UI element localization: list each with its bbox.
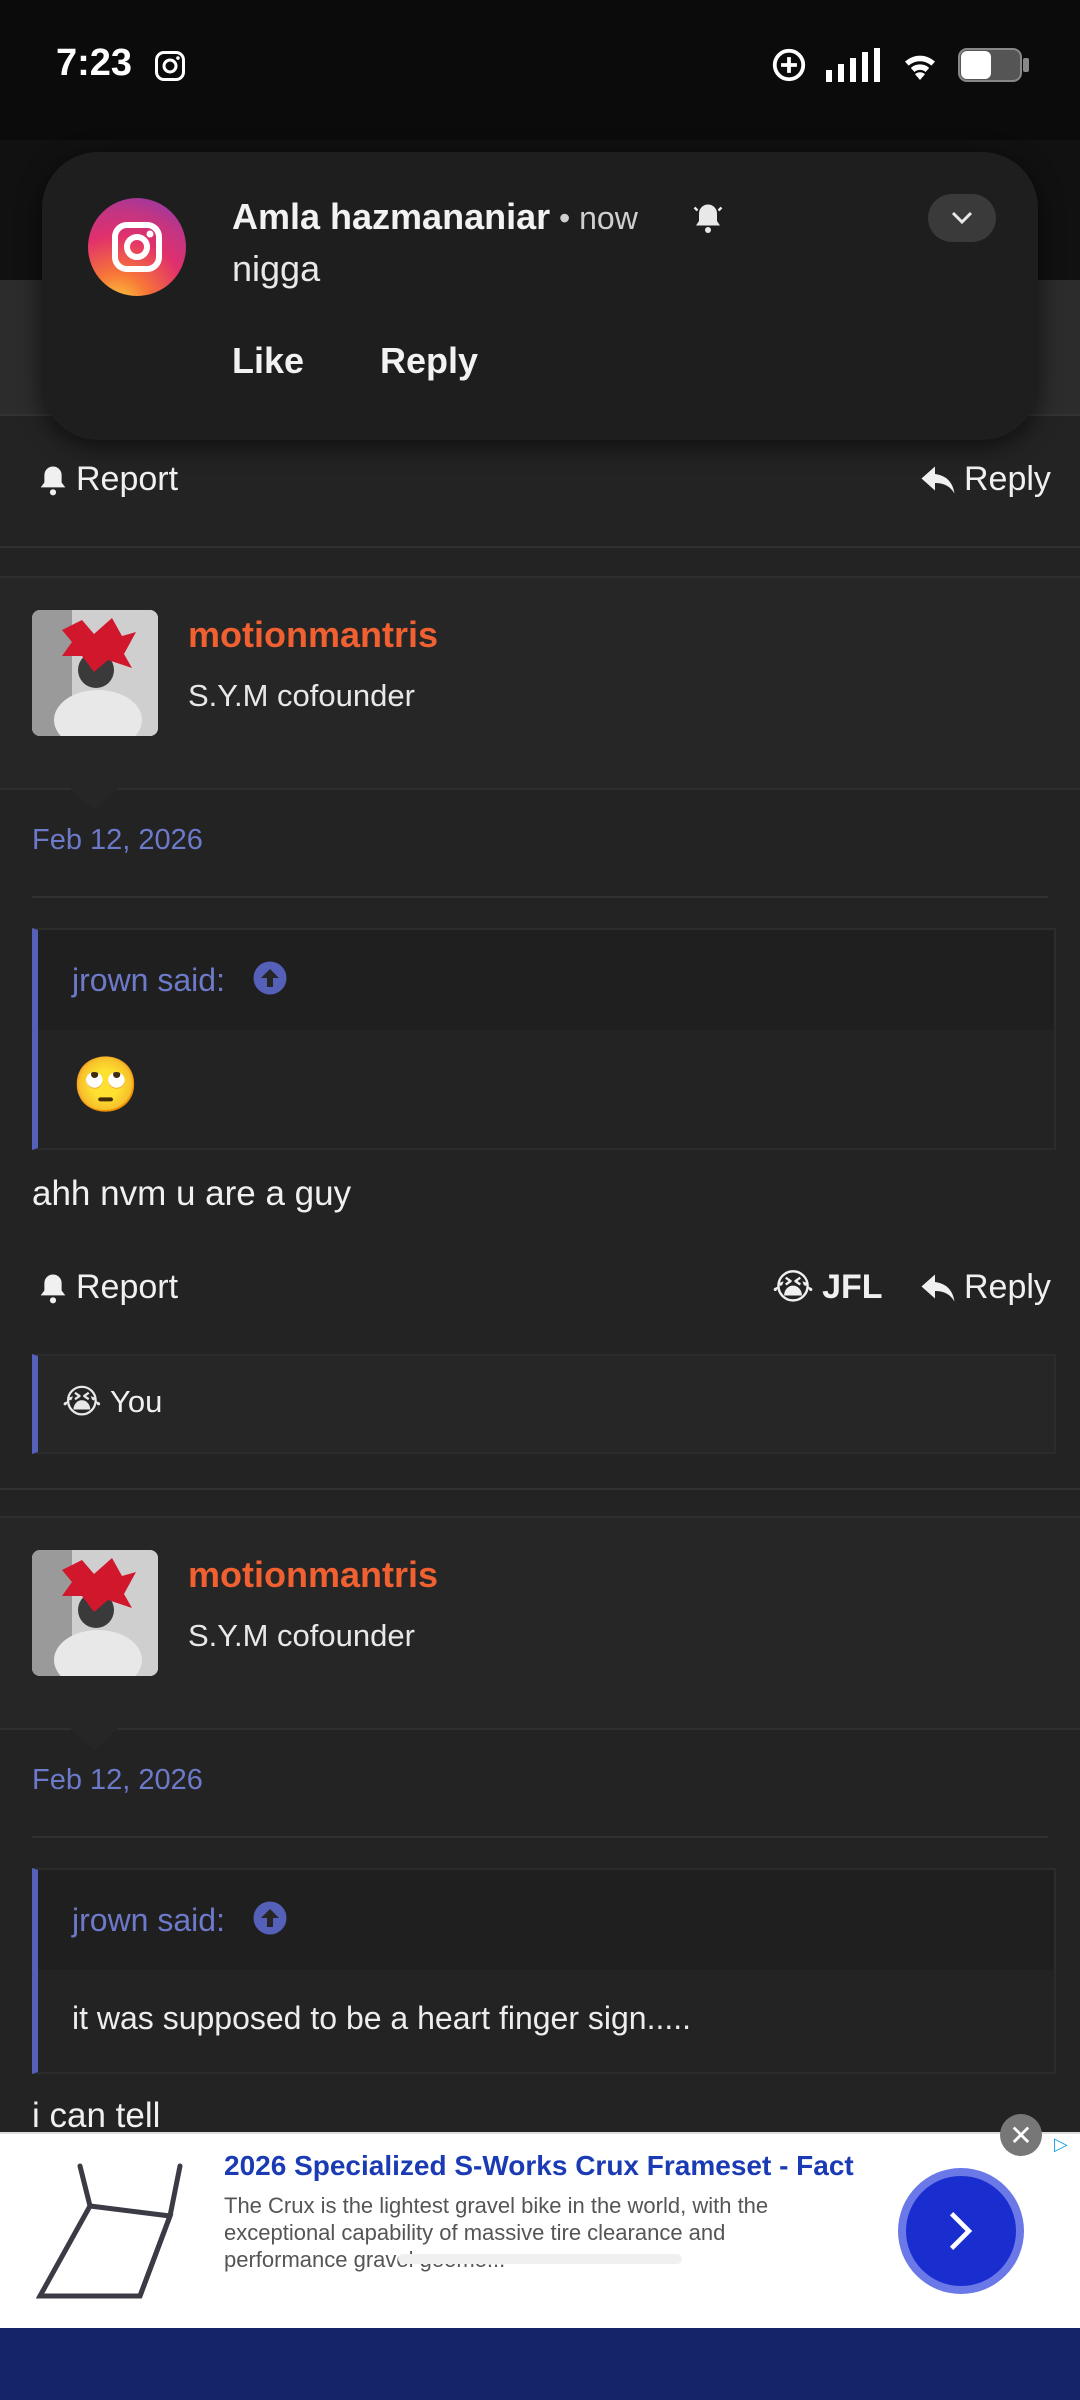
crying-emoji-icon: 😭: [772, 1266, 815, 1307]
username[interactable]: motionmantris: [188, 1554, 438, 1596]
go-to-quoted-post-icon[interactable]: [252, 1900, 288, 1936]
notification-sender: Amla hazmananiar: [232, 196, 551, 237]
reply-label: Reply: [964, 460, 1051, 498]
data-saver-icon: [772, 48, 806, 82]
quote-author[interactable]: jrown said:: [72, 1902, 225, 1939]
chevron-right-icon: [949, 2212, 973, 2250]
alerting-bell-icon: [693, 204, 723, 233]
post-divider: [0, 1488, 1080, 1490]
report-button[interactable]: Report: [38, 460, 178, 499]
reaction-users: You: [110, 1384, 163, 1419]
reaction-emoji-icon: 😭: [62, 1383, 102, 1421]
battery-icon: [958, 48, 1029, 82]
go-to-quoted-post-icon[interactable]: [252, 960, 288, 996]
avatar-image: [32, 610, 158, 736]
user-block: motionmantris S.Y.M cofounder: [0, 576, 1080, 810]
ad-banner[interactable]: 2026 Specialized S-Works Crux Frameset -…: [0, 2132, 1080, 2330]
report-button[interactable]: Report: [38, 1268, 178, 1307]
notification-message: nigga: [232, 248, 321, 289]
report-label: Report: [76, 1268, 179, 1306]
quote-block: jrown said: 🙄: [32, 928, 1056, 1150]
wifi-icon: [905, 55, 935, 80]
reaction-label: JFL: [822, 1267, 883, 1306]
notification-title: Amla hazmananiar • now: [232, 196, 638, 238]
username[interactable]: motionmantris: [188, 614, 438, 656]
caret: [70, 788, 118, 810]
report-label: Report: [76, 460, 179, 498]
date-divider: [32, 896, 1048, 898]
quote-body: it was supposed to be a heart finger sig…: [38, 1970, 1054, 2072]
ad-title[interactable]: 2026 Specialized S-Works Crux Frameset -…: [224, 2150, 864, 2182]
quote-header: jrown said:: [38, 1870, 1054, 1970]
avatar[interactable]: [32, 610, 158, 736]
notification-reply-button[interactable]: Reply: [380, 340, 478, 382]
navigation-bar: [0, 2328, 1080, 2400]
instagram-status-icon: [155, 51, 185, 81]
quote-text: it was supposed to be a heart finger sig…: [72, 2000, 692, 2036]
post-actions: Report 😭 JFL Reply: [0, 1248, 1080, 1328]
ad-choices-icon[interactable]: ▷: [1054, 2134, 1068, 2155]
reactions-bar[interactable]: 😭 You: [32, 1354, 1056, 1454]
collapse-button[interactable]: [928, 194, 996, 242]
ad-close-button[interactable]: ✕: [1000, 2114, 1042, 2156]
ad-open-button[interactable]: [906, 2176, 1016, 2286]
post-text: ahh nvm u are a guy: [32, 1174, 352, 1213]
instagram-app-icon: [88, 198, 186, 296]
notification-card[interactable]: Amla hazmananiar • now nigga Like Reply: [42, 152, 1038, 440]
caret: [70, 1728, 118, 1750]
avatar-image: [32, 1550, 158, 1676]
home-indicator[interactable]: [398, 2254, 682, 2264]
status-time: 7:23: [56, 42, 133, 84]
date-divider: [32, 1836, 1048, 1838]
reply-label: Reply: [964, 1268, 1051, 1306]
user-title: S.Y.M cofounder: [188, 678, 415, 713]
quote-author[interactable]: jrown said:: [72, 962, 225, 999]
reply-button[interactable]: Reply: [920, 1268, 1051, 1307]
bell-icon: [40, 1273, 66, 1303]
reply-button[interactable]: Reply: [920, 460, 1051, 499]
quote-header: jrown said:: [38, 930, 1054, 1030]
post-text: i can tell: [32, 2096, 161, 2135]
avatar[interactable]: [32, 1550, 158, 1676]
bike-frame-image: [20, 2146, 200, 2318]
signal-icon: [826, 48, 880, 82]
post-date[interactable]: Feb 12, 2026: [32, 824, 203, 857]
reply-arrow-icon: [921, 466, 955, 493]
notification-time: • now: [550, 200, 638, 236]
user-block: motionmantris S.Y.M cofounder: [0, 1516, 1080, 1750]
reply-arrow-icon: [921, 1274, 955, 1301]
reaction-button[interactable]: 😭 JFL: [772, 1266, 883, 1308]
chevron-down-icon: [951, 211, 973, 225]
post-divider: [0, 546, 1080, 548]
notification-like-button[interactable]: Like: [232, 340, 304, 382]
post-date[interactable]: Feb 12, 2026: [32, 1764, 203, 1797]
quote-text: 🙄: [72, 1055, 140, 1115]
bell-icon: [40, 465, 66, 495]
status-icons: [770, 46, 1030, 84]
post-actions-top: Report Reply: [0, 440, 1080, 520]
quote-block: jrown said: it was supposed to be a hear…: [32, 1868, 1056, 2074]
quote-body: 🙄: [38, 1030, 1054, 1148]
user-title: S.Y.M cofounder: [188, 1618, 415, 1653]
status-bar: 7:23: [0, 0, 1080, 140]
